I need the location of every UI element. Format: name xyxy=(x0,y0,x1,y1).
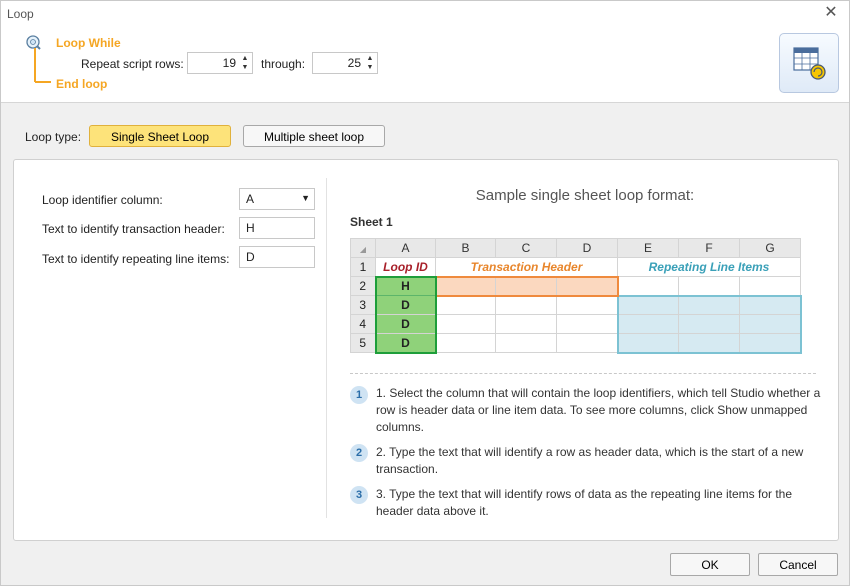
line-item-cell xyxy=(739,314,802,334)
end-loop-label: End loop xyxy=(56,77,108,91)
divider-dashed xyxy=(350,373,816,374)
grid-cell xyxy=(739,276,801,296)
from-row-value: 19 xyxy=(222,56,236,70)
sample-title: Sample single sheet loop format: xyxy=(475,187,695,204)
window-title: Loop xyxy=(7,7,34,21)
column-header: F xyxy=(678,238,740,258)
close-icon[interactable]: ✕ xyxy=(821,3,841,23)
step-text: 3. Type the text that will identify rows… xyxy=(376,487,793,518)
line-items-input[interactable]: D xyxy=(239,246,315,268)
sheet-loop-button[interactable] xyxy=(779,33,839,93)
chevron-down-icon[interactable]: ▼ xyxy=(301,193,310,203)
column-header: E xyxy=(617,238,679,258)
header-cell xyxy=(556,275,619,297)
cancel-button[interactable]: Cancel xyxy=(758,553,838,576)
grid-row: 5 D xyxy=(350,333,802,354)
loop-id-cell: H xyxy=(374,275,437,296)
step-text: 1. Select the column that will contain t… xyxy=(376,386,821,434)
line-items-value: D xyxy=(246,250,255,264)
grid-cell xyxy=(435,333,496,353)
column-header: G xyxy=(739,238,801,258)
grid-row: 3 D xyxy=(350,294,802,315)
step-number-badge: 1 xyxy=(350,386,368,404)
grid-cell xyxy=(495,314,557,334)
loop-id-header: Loop ID xyxy=(375,257,436,277)
ok-button[interactable]: OK xyxy=(670,553,750,576)
through-row-value: 25 xyxy=(347,56,361,70)
grid-header-row: ◢ A B C D E F G xyxy=(350,238,801,258)
loop-settings-panel: Loop While End loop Repeat script rows: … xyxy=(1,27,849,103)
header-cell xyxy=(435,275,496,297)
line-item-cell xyxy=(616,314,679,334)
line-item-cell xyxy=(678,294,740,315)
line-item-cell xyxy=(739,294,802,315)
grid-cell xyxy=(435,314,496,334)
column-header: A xyxy=(375,238,436,258)
multiple-sheet-loop-button[interactable]: Multiple sheet loop xyxy=(243,125,385,147)
loop-id-cell: D xyxy=(374,295,437,315)
through-label: through: xyxy=(261,57,306,71)
row-header: 1 xyxy=(350,257,376,277)
transaction-header-value: H xyxy=(246,221,255,235)
grid-row: 2 H xyxy=(350,275,801,297)
transaction-header-input[interactable]: H xyxy=(239,217,315,239)
grid-cell xyxy=(678,276,740,296)
through-row-spinner[interactable]: 25 ▲ ▼ xyxy=(312,52,378,74)
row-header: 4 xyxy=(350,314,376,334)
grid-cell xyxy=(556,295,618,315)
loop-while-label: Loop While xyxy=(56,36,121,50)
loop-identifier-select[interactable]: A ▼ xyxy=(239,188,315,210)
column-header: B xyxy=(435,238,496,258)
line-item-cell xyxy=(678,314,740,334)
loop-id-cell: D xyxy=(374,333,437,354)
loop-identifier-label: Loop identifier column: xyxy=(42,193,163,207)
sheet-label: Sheet 1 xyxy=(350,215,393,229)
line-item-cell xyxy=(678,333,740,354)
row-header: 3 xyxy=(350,295,376,315)
loop-config-panel: Loop identifier column: A ▼ Text to iden… xyxy=(13,159,839,541)
step-number-badge: 2 xyxy=(350,444,368,462)
grid-cell xyxy=(435,295,496,315)
step-number-badge: 3 xyxy=(350,486,368,504)
line-item-cell xyxy=(739,333,802,354)
line-items-label: Text to identify repeating line items: xyxy=(42,252,230,266)
row-header: 2 xyxy=(350,276,376,296)
column-header: D xyxy=(556,238,618,258)
grid-cell xyxy=(617,276,679,296)
loop-identifier-value: A xyxy=(246,192,255,206)
step-text: 2. Type the text that will identify a ro… xyxy=(376,445,804,476)
grid-row: 4 D xyxy=(350,314,802,334)
header-cell xyxy=(495,275,557,297)
transaction-header-label: Text to identify transaction header: xyxy=(42,222,225,236)
spinner-arrows-icon[interactable]: ▲ ▼ xyxy=(240,54,250,72)
single-sheet-loop-button[interactable]: Single Sheet Loop xyxy=(89,125,231,147)
sample-grid: ◢ A B C D E F G 1 Loop ID Transaction He… xyxy=(350,238,802,354)
grid-row: 1 Loop ID Transaction Header Repeating L… xyxy=(350,257,801,277)
grid-corner: ◢ xyxy=(350,238,376,258)
loop-dialog: Loop ✕ Loop While End loop Repeat script… xyxy=(0,0,850,586)
loop-type-label: Loop type: xyxy=(25,130,82,144)
grid-cell xyxy=(556,333,618,353)
grid-cell xyxy=(495,333,557,353)
sheet-loop-icon xyxy=(793,47,826,80)
column-header: C xyxy=(495,238,557,258)
loop-id-cell: D xyxy=(374,314,437,334)
repeating-items-label-cell: Repeating Line Items xyxy=(617,257,801,277)
grid-cell xyxy=(495,295,557,315)
repeat-rows-label: Repeat script rows: xyxy=(81,57,184,71)
line-item-cell xyxy=(616,333,679,354)
spinner-arrows-icon[interactable]: ▲ ▼ xyxy=(365,54,375,72)
transaction-header-label-cell: Transaction Header xyxy=(435,257,618,277)
from-row-spinner[interactable]: 19 ▲ ▼ xyxy=(187,52,253,74)
row-header: 5 xyxy=(350,333,376,353)
line-item-cell xyxy=(616,294,679,315)
grid-cell xyxy=(556,314,618,334)
title-bar: Loop ✕ xyxy=(1,1,849,27)
panel-divider xyxy=(326,178,327,518)
